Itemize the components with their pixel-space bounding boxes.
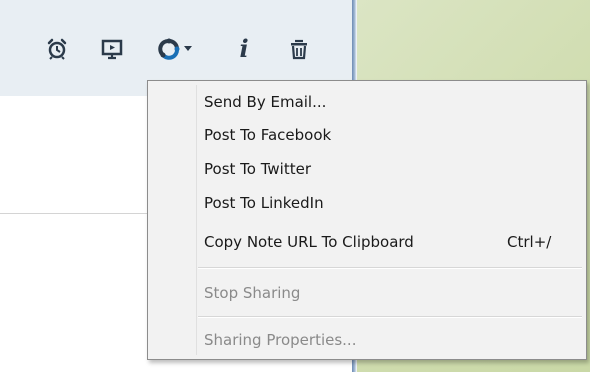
menu-item-label: Post To Twitter [204, 160, 311, 178]
menu-item-label: Stop Sharing [204, 284, 301, 302]
divider [0, 213, 150, 214]
menu-separator [198, 316, 582, 318]
menu-item-label: Post To LinkedIn [204, 194, 324, 212]
menu-separator [198, 267, 582, 269]
alarm-clock-icon[interactable] [42, 34, 72, 64]
chevron-down-icon [183, 46, 192, 52]
menu-item-label: Copy Note URL To Clipboard [204, 233, 414, 251]
presentation-icon[interactable] [97, 34, 127, 64]
share-menu: Send By Email... Post To Facebook Post T… [147, 80, 587, 360]
menu-item-send-by-email[interactable]: Send By Email... [148, 89, 586, 115]
menu-item-post-to-twitter[interactable]: Post To Twitter [148, 156, 586, 182]
menu-item-copy-note-url[interactable]: Copy Note URL To Clipboard Ctrl+/ [148, 229, 586, 255]
trash-icon[interactable] [284, 34, 314, 64]
menu-item-post-to-facebook[interactable]: Post To Facebook [148, 122, 586, 148]
menu-item-label: Send By Email... [204, 93, 327, 111]
info-icon[interactable]: i [229, 34, 259, 64]
menu-item-stop-sharing: Stop Sharing [148, 280, 586, 306]
share-button[interactable] [154, 34, 194, 64]
info-glyph: i [239, 34, 249, 63]
menu-item-label: Sharing Properties... [204, 331, 357, 349]
menu-item-shortcut: Ctrl+/ [507, 233, 552, 251]
menu-item-sharing-properties: Sharing Properties... [148, 327, 586, 353]
menu-item-post-to-linkedin[interactable]: Post To LinkedIn [148, 190, 586, 216]
menu-item-label: Post To Facebook [204, 126, 332, 144]
share-icon [157, 38, 181, 60]
